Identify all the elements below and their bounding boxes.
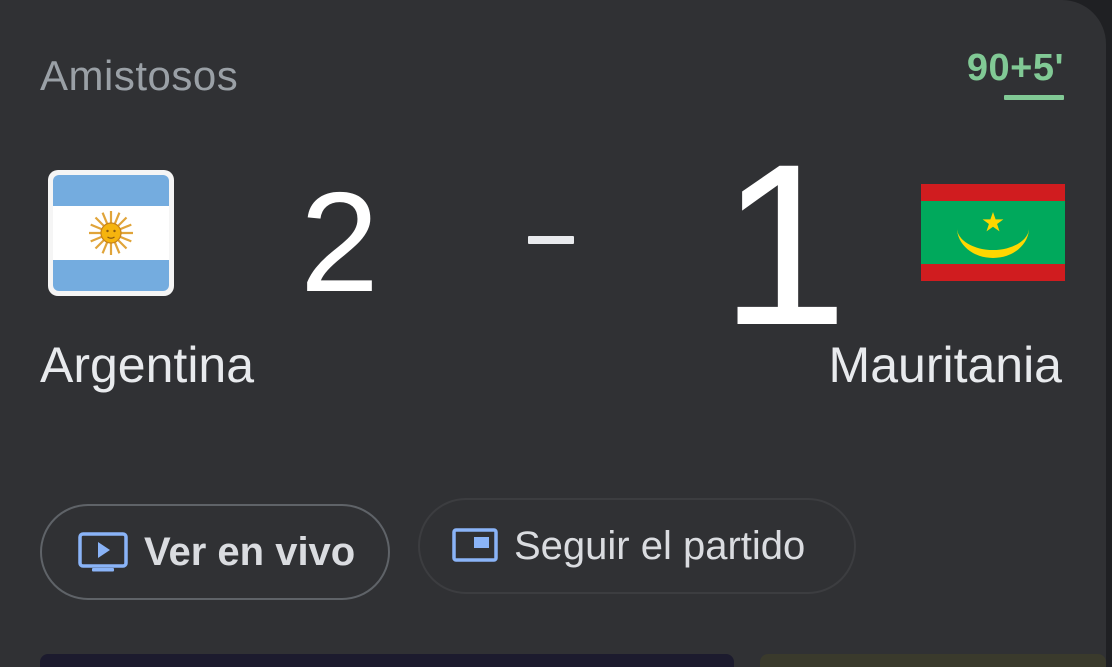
argentina-flag-icon bbox=[48, 170, 174, 296]
highlight-thumbnail[interactable] bbox=[760, 654, 1106, 667]
live-indicator-underline bbox=[1004, 95, 1064, 100]
follow-match-label: Seguir el partido bbox=[514, 523, 806, 568]
follow-match-button[interactable]: Seguir el partido bbox=[418, 498, 856, 594]
away-score: 1 bbox=[720, 116, 848, 373]
mauritania-flag-icon bbox=[921, 184, 1065, 281]
watch-live-button[interactable]: Ver en vivo bbox=[40, 504, 390, 600]
home-score: 2 bbox=[300, 163, 379, 322]
watch-live-label: Ver en vivo bbox=[144, 529, 356, 574]
match-clock: 90+5' bbox=[966, 47, 1064, 89]
match-card[interactable]: Amistosos 90+5' 2 1 Argentina Mauritania… bbox=[0, 0, 1106, 667]
live-tv-icon bbox=[78, 532, 128, 572]
score-separator bbox=[528, 236, 574, 244]
highlight-thumbnail[interactable] bbox=[40, 654, 734, 667]
away-team-name: Mauritania bbox=[828, 337, 1062, 393]
competition-label: Amistosos bbox=[40, 52, 239, 99]
home-team-name: Argentina bbox=[40, 337, 255, 393]
picture-in-picture-icon bbox=[452, 528, 498, 564]
